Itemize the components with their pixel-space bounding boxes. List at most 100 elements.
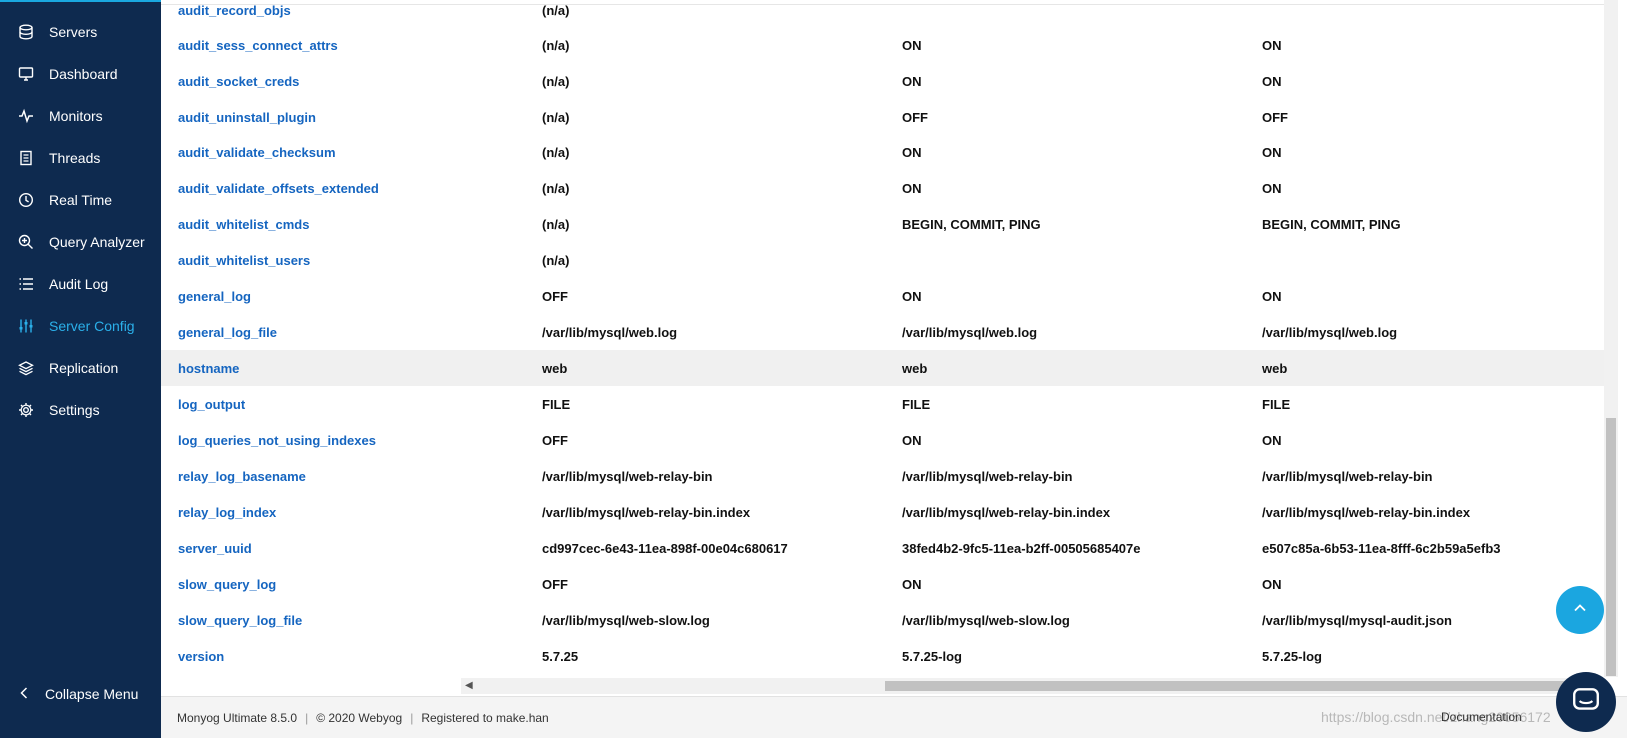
table-row: audit_sess_connect_attrs (n/a) ON ON [161,27,1604,63]
zoom-icon [17,233,35,251]
server-value: /var/lib/mysql/web.log [902,324,1038,340]
horizontal-scrollbar[interactable]: ◀ [461,678,1604,694]
server-value: BEGIN, COMMIT, PING [902,216,1041,232]
server-value: FILE [902,396,931,412]
footer-separator: | [305,710,309,725]
server-value: BEGIN, COMMIT, PING [1262,216,1401,232]
server-value: 5.7.25-log [902,648,962,664]
server-value: ON [902,432,922,448]
database-icon [17,23,35,41]
server-value: 5.7.25-log [1262,648,1322,664]
sidebar-item-label: Replication [49,360,119,376]
vertical-scrollbar-thumb[interactable] [1606,418,1616,676]
server-value: FILE [1262,396,1291,412]
sidebar-item-dashboard[interactable]: Dashboard [0,54,161,94]
sidebar-item-real-time[interactable]: Real Time [0,180,161,220]
scroll-to-top-button[interactable] [1556,586,1604,634]
chat-button[interactable] [1556,672,1616,732]
variable-name-link[interactable]: audit_whitelist_users [178,242,310,278]
server-value: /var/lib/mysql/web-relay-bin [902,468,1073,484]
server-value: 5.7.25 [542,648,579,664]
server-value: web [1262,360,1288,376]
server-value: (n/a) [542,216,570,232]
table-row: relay_log_basename /var/lib/mysql/web-re… [161,458,1604,494]
registration-info: Registered to make.han [421,710,549,725]
variable-name-link[interactable]: audit_sess_connect_attrs [178,27,338,63]
variable-name-link[interactable]: relay_log_basename [178,458,306,494]
sidebar-item-servers[interactable]: Servers [0,12,161,52]
table-row: version 5.7.25 5.7.25-log 5.7.25-log [161,638,1604,674]
server-value: ON [902,576,922,592]
server-value: 38fed4b2-9fc5-11ea-b2ff-00505685407e [902,540,1141,556]
sidebar: Servers Dashboard Monitors Threads Real [0,0,161,738]
variable-name-link[interactable]: log_queries_not_using_indexes [178,422,376,458]
variable-name-link[interactable]: audit_record_objs [178,0,291,28]
list-icon [17,275,35,293]
server-value: /var/lib/mysql/web.log [1262,324,1398,340]
collapse-menu-button[interactable]: Collapse Menu [0,674,161,714]
variable-name-link[interactable]: server_uuid [178,530,252,566]
table-row: general_log OFF ON ON [161,278,1604,314]
table-row: audit_record_objs (n/a) [161,0,1604,28]
sidebar-item-server-config[interactable]: Server Config [0,306,161,346]
documentation-link[interactable]: Documentation [1441,710,1522,724]
server-value: OFF [542,432,568,448]
product-version: Monyog Ultimate 8.5.0 [177,710,298,725]
sidebar-item-monitors[interactable]: Monitors [0,96,161,136]
variable-name-link[interactable]: audit_whitelist_cmds [178,206,309,242]
server-value: (n/a) [542,144,570,160]
scroll-left-arrow-icon[interactable]: ◀ [465,680,473,691]
variable-name-link[interactable]: audit_uninstall_plugin [178,99,316,135]
sidebar-item-threads[interactable]: Threads [0,138,161,178]
server-value: /var/lib/mysql/mysql-audit.json [1262,612,1452,628]
collapse-menu-label: Collapse Menu [45,686,139,702]
server-value: ON [902,180,922,196]
variable-name-link[interactable]: general_log [178,278,251,314]
server-value: OFF [542,288,568,304]
variable-name-link[interactable]: audit_socket_creds [178,63,299,99]
sidebar-item-settings[interactable]: Settings [0,390,161,430]
sidebar-item-query-analyzer[interactable]: Query Analyzer [0,222,161,262]
table-row: audit_validate_offsets_extended (n/a) ON… [161,170,1604,206]
table-row: audit_socket_creds (n/a) ON ON [161,63,1604,99]
table-row-highlighted: hostname web web web [161,350,1604,386]
server-value: OFF [902,109,928,125]
vertical-scrollbar[interactable] [1604,0,1618,677]
server-value: e507c85a-6b53-11ea-8fff-6c2b59a5efb3 [1262,540,1501,556]
horizontal-scrollbar-thumb[interactable] [885,681,1601,691]
variable-name-link[interactable]: audit_validate_offsets_extended [178,170,379,206]
server-value: ON [1262,144,1282,160]
variable-name-link[interactable]: log_output [178,386,245,422]
server-value: ON [1262,73,1282,89]
sidebar-item-replication[interactable]: Replication [0,348,161,388]
table-row: audit_validate_checksum (n/a) ON ON [161,134,1604,170]
server-value: web [902,360,928,376]
server-value: FILE [542,396,571,412]
gear-icon [17,401,35,419]
variable-name-link[interactable]: slow_query_log [178,566,276,602]
sidebar-item-label: Settings [49,402,100,418]
variable-name-link[interactable]: slow_query_log_file [178,602,302,638]
chat-icon [1571,685,1601,720]
server-value: ON [1262,288,1282,304]
server-value: /var/lib/mysql/web-slow.log [902,612,1070,628]
variable-name-link[interactable]: relay_log_index [178,494,276,530]
server-value: (n/a) [542,2,570,18]
variable-name-link[interactable]: general_log_file [178,314,277,350]
server-value: ON [902,73,922,89]
server-value: ON [1262,180,1282,196]
variable-name-link[interactable]: hostname [178,350,239,386]
footer: Monyog Ultimate 8.5.0 | © 2020 Webyog | … [161,696,1627,738]
server-value: OFF [542,576,568,592]
sidebar-item-label: Query Analyzer [49,234,145,250]
server-value: /var/lib/mysql/web-slow.log [542,612,710,628]
server-value: ON [902,144,922,160]
app-window: Servers Dashboard Monitors Threads Real [0,0,1627,738]
sidebar-item-audit-log[interactable]: Audit Log [0,264,161,304]
variable-name-link[interactable]: version [178,638,224,674]
sidebar-top-accent [0,0,161,2]
server-value: /var/lib/mysql/web-relay-bin.index [542,504,751,520]
variable-name-link[interactable]: audit_validate_checksum [178,134,336,170]
server-value: /var/lib/mysql/web-relay-bin.index [1262,504,1471,520]
chevron-up-icon [1572,600,1588,621]
